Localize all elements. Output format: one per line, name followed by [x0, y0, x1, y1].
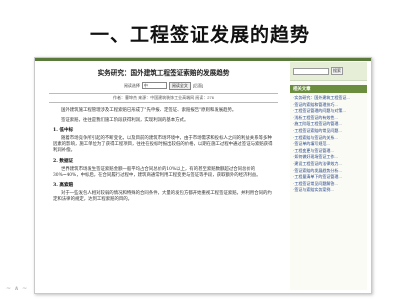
related-article-link[interactable]: 建设工程签证的法律效力... — [293, 161, 367, 168]
related-articles-list: 实务研究：国外建筑工程签证... 签证的索赔和管理技巧... 工程签证管理的问题… — [290, 95, 367, 194]
related-article-link[interactable]: 签证的索赔和管理技巧... — [293, 102, 367, 109]
related-article-link[interactable]: 签证与索赔实务案例... — [293, 187, 367, 194]
section-heading: 2. 数据证 — [53, 158, 74, 164]
article-meta: 作者：曹坤杰 来源：中国建筑装饰工业高端网 阅读：276 — [49, 93, 278, 103]
sidebar-search-button[interactable]: 搜索 — [331, 67, 343, 75]
related-article-link[interactable]: 工程签证索赔的常见问题... — [293, 128, 367, 135]
related-article-link[interactable]: 施工阶段工程签证的管理... — [293, 121, 367, 128]
related-article-link[interactable]: 工程签证管理的问题与对策... — [293, 108, 367, 115]
reading-options: 阅读选择 中 阅读全文 [后面] — [84, 81, 244, 90]
top-bar — [35, 58, 371, 61]
related-article-link[interactable]: 浅析工程签证的有效性... — [293, 115, 367, 122]
related-article-link[interactable]: 签证索赔的发展趋势分析... — [293, 168, 367, 175]
section-heading: 1. 低中标 — [53, 128, 74, 134]
related-article-link[interactable]: 签证单的填写规范... — [293, 141, 367, 148]
related-article-link[interactable]: 如何做好现场签证工作... — [293, 154, 367, 161]
related-article-link[interactable]: 工程索赔与签证的关系... — [293, 135, 367, 142]
section-text: 对于一些发包人相对较弱的情况和特殊的合同条件，大量的发包方都开始重视工程签证索赔… — [53, 190, 272, 203]
paragraph: 签证索赔，往往是我们施工阶段获得利润，实现利润的基本方式。 — [61, 118, 189, 124]
article-title: 实务研究：国外建筑工程签证索赔的发展趋势 — [97, 69, 230, 77]
font-size-select[interactable]: 中 — [141, 82, 167, 89]
read-full-button[interactable]: 阅读全文 — [168, 81, 191, 90]
related-article-link[interactable]: 工程量清单下的签证管理... — [293, 174, 367, 181]
related-article-link[interactable]: 工程变更与签证管理... — [293, 148, 367, 155]
section-text: 随着市场竞争所引起的不断变化，以及目前的建筑市场环境中，由于市场需求和投标人之间… — [53, 136, 273, 154]
next-link[interactable]: [后面] — [193, 83, 203, 89]
sidebar-search-input[interactable] — [293, 67, 329, 75]
watermark-logo: ~ ∧ ~ — [6, 285, 28, 292]
related-article-link[interactable]: 实务研究：国外建筑工程签证... — [293, 95, 367, 102]
related-articles-header: 相关文章 — [290, 85, 367, 93]
article-panel: 实务研究：国外建筑工程签证索赔的发展趋势 阅读选择 中 阅读全文 [后面] 作者… — [39, 62, 288, 290]
webpage-screenshot: 实务研究：国外建筑工程签证索赔的发展趋势 阅读选择 中 阅读全文 [后面] 作者… — [34, 57, 372, 294]
section-text: 世界建筑市场发生签证索赔金额一般平均占合同总价的10%以上，有的甚至索赔数额超过… — [53, 166, 261, 178]
article-body: 国外建筑施工程管理涉及工程索赔已形成了"先申报、定签证、索赔报告"原则和发展趋势… — [53, 108, 274, 203]
sidebar-search: 搜索 — [290, 62, 367, 81]
slide-title: 一、工程签证发展的趋势 — [89, 24, 310, 46]
section-heading: 3. 高索赔 — [53, 182, 74, 188]
paragraph: 国外建筑施工程管理涉及工程索赔已形成了"先申报、定签证、索赔报告"原则和发展趋势… — [61, 108, 237, 113]
reading-label: 阅读选择 — [123, 82, 140, 88]
sidebar: 搜索 相关文章 实务研究：国外建筑工程签证... 签证的索赔和管理技巧... 工… — [290, 62, 367, 290]
related-article-link[interactable]: 工程签证常见问题解答... — [293, 181, 367, 188]
